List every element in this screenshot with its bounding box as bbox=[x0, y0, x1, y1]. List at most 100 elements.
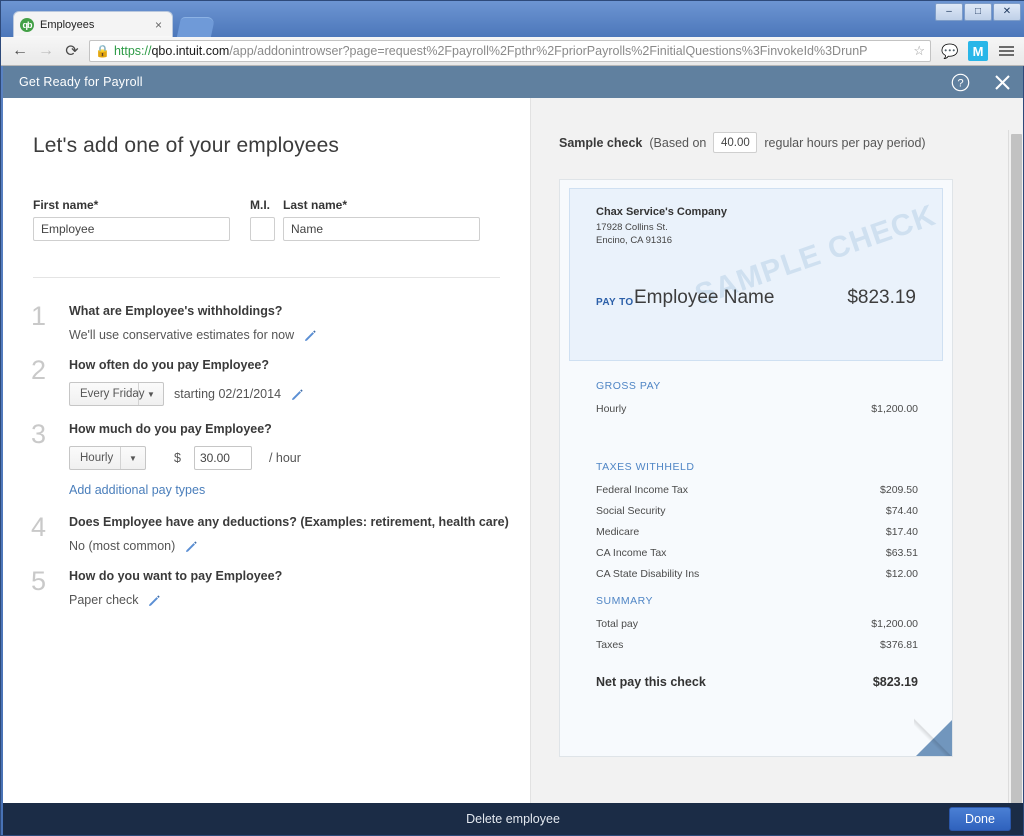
first-name-field: First name* bbox=[33, 198, 230, 241]
sample-check-card: Chax Service's Company 17928 Collins St.… bbox=[559, 179, 953, 757]
edit-pencil-icon[interactable] bbox=[304, 329, 317, 342]
pay-rate-input[interactable] bbox=[193, 446, 252, 470]
page-title: Let's add one of your employees bbox=[33, 134, 339, 157]
reload-icon[interactable]: ⟳ bbox=[59, 39, 85, 63]
tax-row: CA Income Tax $63.51 bbox=[596, 547, 918, 559]
forward-icon[interactable]: → bbox=[33, 39, 59, 63]
tax-row: Medicare $17.40 bbox=[596, 526, 918, 538]
pay-frequency-select[interactable]: Every Friday ▼ bbox=[69, 382, 164, 406]
step-question: How often do you pay Employee? bbox=[69, 358, 270, 372]
delete-employee-button[interactable]: Delete employee bbox=[413, 812, 613, 826]
row-amount: $1,200.00 bbox=[871, 618, 918, 630]
back-icon[interactable]: ← bbox=[7, 39, 33, 63]
net-pay-label: Net pay this check bbox=[596, 675, 706, 689]
row-amount: $376.81 bbox=[880, 639, 918, 651]
step-number: 2 bbox=[31, 355, 47, 385]
step-number: 4 bbox=[31, 512, 47, 542]
hamburger-glyph bbox=[998, 46, 1014, 56]
address-bar[interactable]: 🔒 https://qbo.intuit.com/app/addonintrow… bbox=[89, 40, 931, 62]
middle-initial-field: M.I. bbox=[250, 198, 275, 241]
step-question: How do you want to pay Employee? bbox=[69, 569, 283, 583]
net-pay-amount: $823.19 bbox=[872, 675, 918, 689]
first-name-input[interactable] bbox=[33, 217, 230, 241]
qb-logo-icon: qb bbox=[20, 17, 34, 32]
step-payment-method: 5 How do you want to pay Employee? Paper… bbox=[3, 553, 530, 608]
step-pay-frequency: 2 How often do you pay Employee? Every F… bbox=[3, 342, 530, 406]
last-name-label: Last name* bbox=[283, 198, 348, 212]
step-question: What are Employee's withholdings? bbox=[69, 304, 283, 318]
add-pay-types-link[interactable]: Add additional pay types bbox=[69, 483, 205, 497]
done-button[interactable]: Done bbox=[949, 807, 1011, 831]
app-viewport: Get Ready for Payroll ? Let's add one of… bbox=[3, 66, 1023, 835]
row-label: CA Income Tax bbox=[596, 547, 667, 559]
app-title: Get Ready for Payroll bbox=[19, 75, 143, 89]
summary-section: SUMMARY Total pay $1,200.00 Taxes $376.8… bbox=[596, 595, 918, 660]
page-fold-corner-icon bbox=[915, 719, 952, 756]
row-label: Total pay bbox=[596, 618, 639, 630]
chevron-down-icon: ▼ bbox=[120, 447, 145, 469]
row-label: Federal Income Tax bbox=[596, 484, 689, 496]
extension-icon[interactable]: M bbox=[965, 39, 991, 63]
based-on-suffix: regular hours per pay period) bbox=[764, 135, 926, 150]
taxes-withheld-title: TAXES WITHHELD bbox=[596, 461, 695, 473]
browser-window: – □ ✕ qb Employees × ← → ⟳ 🔒 https://qbo… bbox=[0, 0, 1024, 836]
pay-frequency-value: Every Friday bbox=[80, 388, 145, 400]
row-label: Social Security bbox=[596, 505, 666, 517]
url-host: qbo.intuit.com bbox=[151, 44, 230, 58]
chevron-down-icon: ▼ bbox=[138, 383, 163, 405]
taxes-withheld-section: TAXES WITHHELD Federal Income Tax $209.5… bbox=[596, 461, 918, 589]
regular-hours-input[interactable] bbox=[713, 132, 758, 153]
row-amount: $1,200.00 bbox=[871, 403, 918, 415]
app-footer: Delete employee Done bbox=[3, 803, 1023, 835]
new-tab-button[interactable] bbox=[176, 17, 216, 37]
pay-to-label: PAY TO bbox=[596, 297, 634, 308]
row-amount: $209.50 bbox=[880, 484, 918, 496]
comment-icon[interactable]: 💬 bbox=[937, 39, 963, 63]
scrollbar-thumb[interactable] bbox=[1011, 134, 1022, 814]
summary-title: SUMMARY bbox=[596, 595, 653, 607]
last-name-field: Last name* bbox=[283, 198, 480, 241]
help-icon[interactable]: ? bbox=[939, 66, 981, 98]
step-withholdings: 1 What are Employee's withholdings? We'l… bbox=[3, 288, 530, 342]
payee-name: Employee Name bbox=[634, 287, 775, 308]
browser-tab-title: Employees bbox=[40, 18, 95, 31]
name-fields-row: First name* M.I. Last name* bbox=[3, 158, 530, 241]
summary-row: Total pay $1,200.00 bbox=[596, 618, 918, 630]
company-address-line1: 17928 Collins St. bbox=[596, 222, 668, 233]
tab-close-icon[interactable]: × bbox=[151, 18, 166, 32]
url-text: https://qbo.intuit.com/app/addonintrowse… bbox=[114, 44, 868, 58]
row-label: Medicare bbox=[596, 526, 640, 538]
pay-start-date: starting 02/21/2014 bbox=[174, 387, 282, 401]
net-pay-row: Net pay this check $823.19 bbox=[596, 675, 918, 689]
url-scheme: https:// bbox=[113, 44, 152, 58]
edit-pencil-icon[interactable] bbox=[185, 540, 198, 553]
app-header: Get Ready for Payroll ? bbox=[3, 66, 1023, 98]
page-scrollbar[interactable] bbox=[1008, 130, 1023, 835]
row-amount: $17.40 bbox=[885, 526, 918, 538]
tax-row: Social Security $74.40 bbox=[596, 505, 918, 517]
browser-tab-employees[interactable]: qb Employees × bbox=[13, 11, 173, 37]
step-deductions: 4 Does Employee have any deductions? (Ex… bbox=[3, 499, 530, 554]
tax-row: Federal Income Tax $209.50 bbox=[596, 484, 918, 496]
edit-pencil-icon[interactable] bbox=[148, 594, 161, 607]
middle-initial-input[interactable] bbox=[250, 217, 275, 241]
pay-type-select[interactable]: Hourly ▼ bbox=[69, 446, 146, 470]
row-label: Hourly bbox=[596, 403, 627, 415]
row-label: CA State Disability Ins bbox=[596, 568, 700, 580]
first-name-label: First name* bbox=[33, 198, 99, 212]
tax-row: CA State Disability Ins $12.00 bbox=[596, 568, 918, 580]
menu-icon[interactable] bbox=[993, 39, 1019, 63]
row-amount: $63.51 bbox=[885, 547, 918, 559]
step-number: 3 bbox=[31, 419, 47, 449]
employee-form-pane: Let's add one of your employees First na… bbox=[3, 98, 531, 803]
edit-pencil-icon[interactable] bbox=[291, 388, 304, 401]
last-name-input[interactable] bbox=[283, 217, 480, 241]
pay-type-value: Hourly bbox=[80, 452, 114, 464]
middle-initial-label: M.I. bbox=[250, 198, 270, 212]
gross-pay-title: GROSS PAY bbox=[596, 380, 661, 392]
close-icon[interactable] bbox=[981, 66, 1023, 98]
app-body: Let's add one of your employees First na… bbox=[3, 98, 1023, 835]
star-icon[interactable]: ☆ bbox=[909, 43, 925, 59]
gross-pay-section: GROSS PAY Hourly $1,200.00 bbox=[596, 380, 918, 424]
check-amount: $823.19 bbox=[847, 287, 916, 308]
